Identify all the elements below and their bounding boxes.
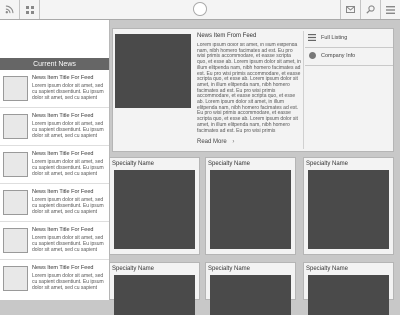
divider [305, 65, 393, 66]
specialty-image [308, 275, 389, 315]
news-item-title: News Item Title For Feed [32, 189, 94, 195]
company-info-link[interactable]: Company Info [307, 48, 391, 64]
specialty-card[interactable]: Specialty Name [303, 262, 394, 315]
specialty-image [114, 170, 195, 249]
news-item-title: News Item Title For Feed [32, 265, 94, 271]
news-item-snippet: Lorem ipsum dolor sit amet, sed cu sapie… [32, 235, 104, 253]
divider [0, 221, 109, 222]
search-icon[interactable] [360, 0, 380, 19]
divider [0, 183, 109, 184]
news-thumbnail [3, 190, 28, 215]
divider [0, 107, 109, 108]
read-more-label: Read More [197, 139, 227, 145]
news-list-item[interactable]: News Item Title For Feed Lorem ipsum dol… [0, 110, 109, 146]
full-listing-link[interactable]: Full Listing [307, 30, 391, 46]
news-item-title: News Item Title For Feed [32, 151, 94, 157]
news-thumbnail [3, 266, 28, 291]
news-list-item[interactable]: News Item Title For Feed Lorem ipsum dol… [0, 224, 109, 260]
news-list-item[interactable]: News Item Title For Feed Lorem ipsum dol… [0, 72, 109, 108]
specialty-card[interactable]: Specialty Name [205, 157, 296, 255]
specialty-name: Specialty Name [306, 266, 349, 272]
news-item-title: News Item Title For Feed [32, 227, 94, 233]
rss-icon[interactable] [0, 0, 20, 19]
specialty-card[interactable]: Specialty Name [109, 262, 200, 315]
news-item-snippet: Lorem ipsum dolor sit amet, sed cu sapie… [32, 159, 104, 177]
news-thumbnail [3, 76, 28, 101]
full-listing-label: Full Listing [321, 35, 348, 41]
specialty-name: Specialty Name [208, 161, 251, 167]
current-news-header: Current News [0, 58, 109, 70]
featured-image [115, 34, 191, 108]
news-list-item[interactable]: News Item Title For Feed Lorem ipsum dol… [0, 148, 109, 184]
specialty-card[interactable]: Specialty Name [109, 157, 200, 255]
specialty-image [308, 170, 389, 249]
specialty-name: Specialty Name [306, 161, 349, 167]
news-list-item[interactable]: News Item Title For Feed Lorem ipsum dol… [0, 186, 109, 222]
news-item-title: News Item Title For Feed [32, 75, 94, 81]
featured-news-panel: News Item From Feed Lorem ipsum dolor si… [112, 28, 394, 152]
specialty-name: Specialty Name [112, 161, 155, 167]
news-thumbnail [3, 228, 28, 253]
news-thumbnail [3, 152, 28, 177]
news-item-title: News Item Title For Feed [32, 113, 94, 119]
specialty-card[interactable]: Specialty Name [303, 157, 394, 255]
divider [303, 31, 304, 149]
news-item-snippet: Lorem ipsum dolor sit amet, sed cu sapie… [32, 273, 104, 291]
specialty-name: Specialty Name [208, 266, 251, 272]
chevron-right-icon: › [232, 139, 235, 145]
news-list-item[interactable]: News Item Title For Feed Lorem ipsum dol… [0, 262, 109, 298]
featured-body: Lorem ipsum dolor sit amet, in illum eli… [197, 43, 301, 133]
news-item-snippet: Lorem ipsum dolor sit amet, sed cu sapie… [32, 83, 104, 101]
list-icon [307, 33, 317, 43]
specialty-image [210, 170, 291, 249]
divider [0, 259, 109, 260]
news-item-snippet: Lorem ipsum dolor sit amet, sed cu sapie… [32, 121, 104, 139]
featured-title: News Item From Feed [197, 33, 257, 39]
specialty-image [114, 275, 195, 315]
home-logo[interactable] [193, 2, 207, 16]
menu-icon[interactable] [380, 0, 400, 19]
mail-icon[interactable] [340, 0, 360, 19]
grid-icon[interactable] [20, 0, 40, 19]
specialty-card[interactable]: Specialty Name [205, 262, 296, 315]
read-more-link[interactable]: Read More › [197, 139, 234, 145]
specialty-name: Specialty Name [112, 266, 155, 272]
top-toolbar [0, 0, 400, 20]
divider [0, 145, 109, 146]
company-info-label: Company Info [321, 53, 356, 59]
current-news-sidebar: Current News News Item Title For Feed Lo… [0, 20, 110, 300]
info-icon [307, 51, 317, 61]
news-item-snippet: Lorem ipsum dolor sit amet, sed cu sapie… [32, 197, 104, 215]
news-thumbnail [3, 114, 28, 139]
specialty-image [210, 275, 291, 315]
